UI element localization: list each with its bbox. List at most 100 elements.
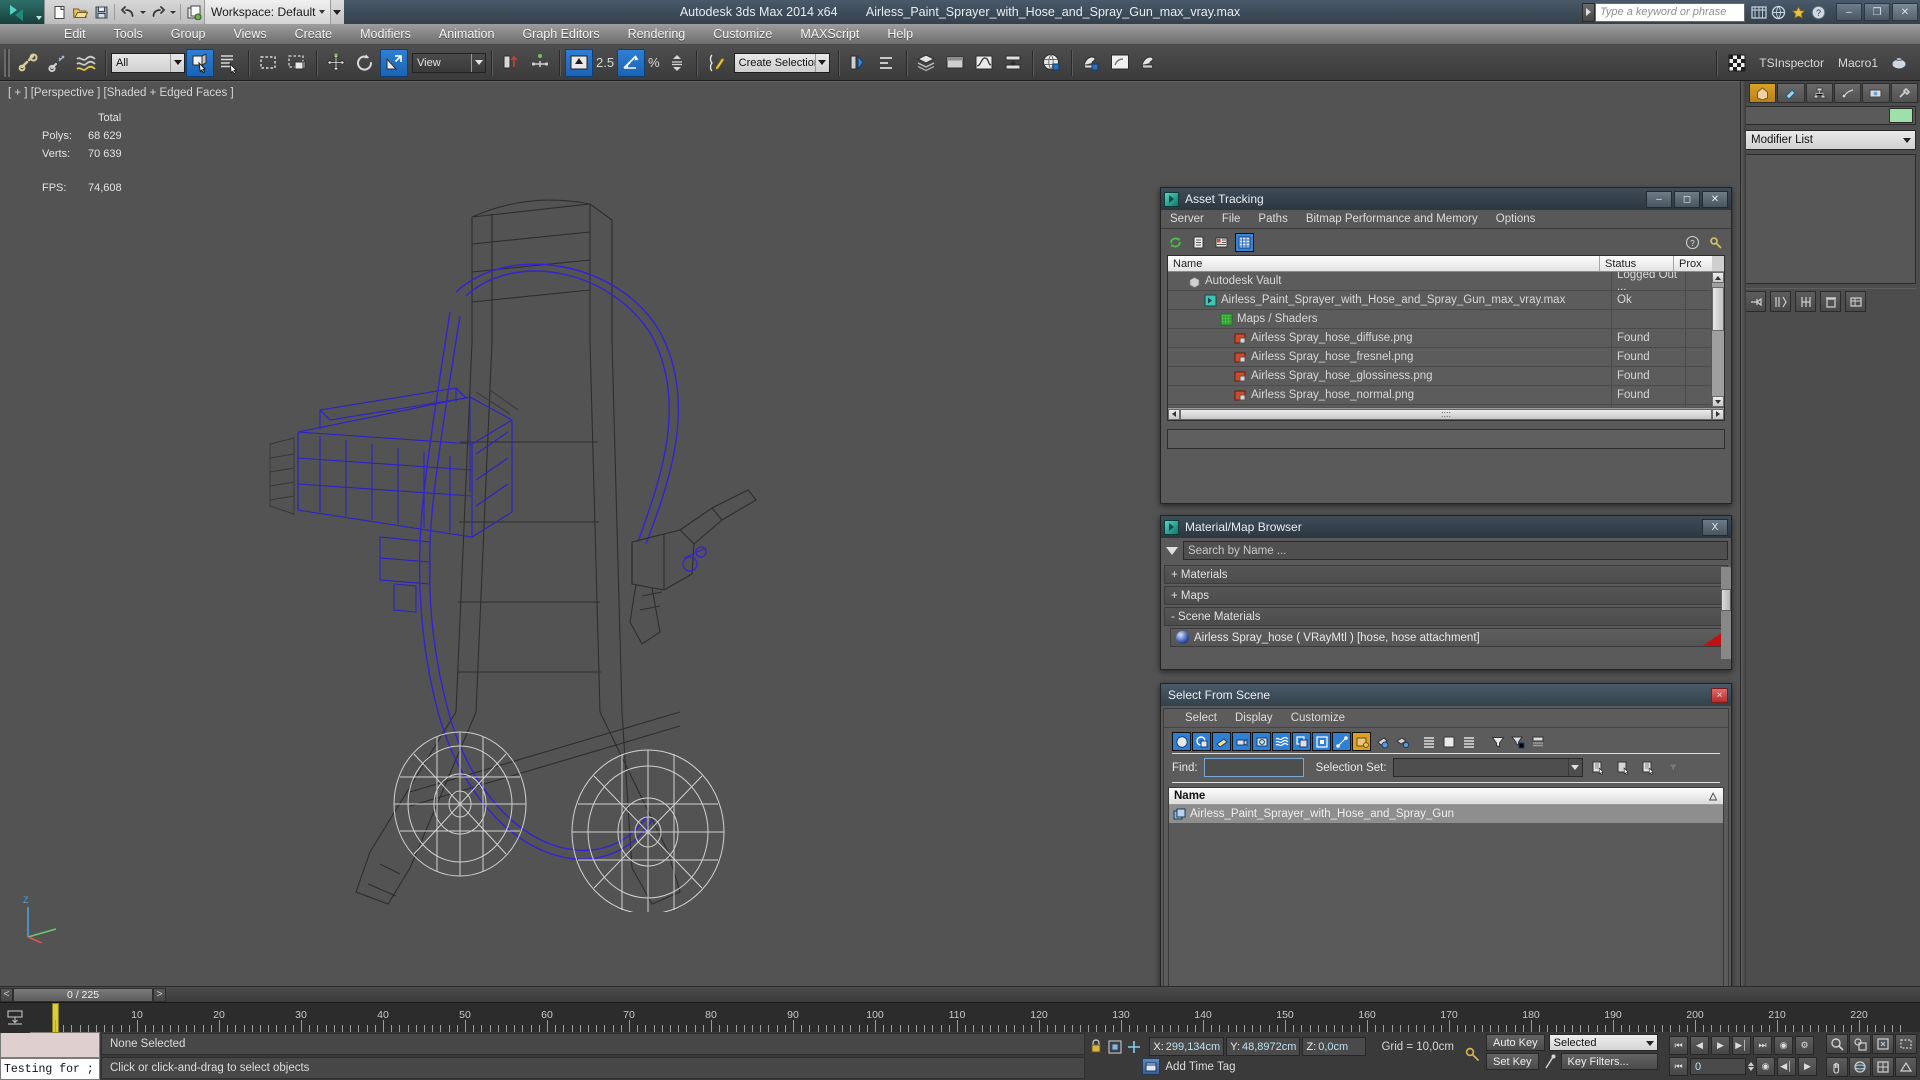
help-icon[interactable]: ? [1683, 233, 1702, 252]
utilities-tab[interactable] [1890, 83, 1918, 103]
absolute-relative-mode-icon[interactable] [1126, 1037, 1142, 1056]
prev-key-button[interactable]: ◀│ [1777, 1057, 1796, 1076]
materials-group[interactable]: + Materials [1164, 565, 1728, 584]
object-name-field[interactable] [1745, 106, 1916, 125]
scroll-down-icon[interactable] [1712, 396, 1724, 407]
command-panel-divider[interactable] [1741, 81, 1746, 986]
geometry-filter-icon[interactable] [1172, 732, 1191, 751]
scroll-right-icon[interactable] [1712, 408, 1724, 420]
asset-tracking-grid[interactable]: Name Status Prox Autodesk Vault Logged O… [1167, 255, 1725, 421]
z-coordinate-field[interactable]: Z: 0,0cm [1302, 1037, 1367, 1056]
table-row[interactable]: Airless Spray_hose_normal.png Found [1168, 386, 1724, 405]
render-setup-icon[interactable] [1077, 49, 1105, 77]
time-slider-handle[interactable]: 0 / 225 [13, 987, 153, 1002]
edit-selection-set-icon[interactable] [1639, 758, 1658, 777]
schematic-view-icon[interactable] [999, 49, 1027, 77]
subscription-icon[interactable] [1770, 4, 1787, 21]
sfs-menu-display[interactable]: Display [1226, 712, 1282, 724]
previous-frame-button[interactable]: ◀ [1690, 1036, 1709, 1055]
modifier-stack[interactable] [1745, 154, 1916, 284]
table-row[interactable]: Airless Spray_hose_glossiness.png Found [1168, 367, 1724, 386]
application-menu-button[interactable] [0, 0, 34, 24]
select-by-name-icon[interactable] [215, 49, 243, 77]
selection-set-chevron-down-icon[interactable] [1567, 759, 1582, 776]
list-item[interactable]: Airless_Paint_Sprayer_with_Hose_and_Spra… [1169, 805, 1723, 823]
select-and-rotate-icon[interactable] [351, 49, 379, 77]
table-row[interactable]: Airless_Paint_Sprayer_with_Hose_and_Spra… [1168, 291, 1724, 310]
asset-tracking-minimize-button[interactable]: – [1646, 190, 1672, 208]
use-selection-center-icon[interactable] [526, 49, 554, 77]
list-item[interactable]: Airless Spray_hose ( VRayMtl ) [hose, ho… [1170, 628, 1728, 647]
lights-filter-icon[interactable] [1212, 732, 1231, 751]
restore-button[interactable]: ❐ [1864, 3, 1890, 21]
set-project-folder-icon[interactable] [184, 2, 204, 22]
key-icon[interactable] [1707, 233, 1726, 252]
detail-view-icon[interactable] [1212, 233, 1231, 252]
auto-key-button[interactable]: Auto Key [1486, 1034, 1545, 1051]
advanced-filter-icon[interactable] [1508, 732, 1527, 751]
asset-menu-options[interactable]: Options [1487, 213, 1545, 225]
bones-filter-icon[interactable] [1332, 732, 1351, 751]
scene-object-list[interactable]: Name △ Airless_Paint_Sprayer_with_Hose_a… [1168, 787, 1724, 986]
teapot-script-icon[interactable] [1886, 49, 1914, 77]
x-coordinate-field[interactable]: X: 299,134cm [1149, 1037, 1225, 1056]
asset-grid-hscrollbar[interactable]: :::: [1168, 407, 1724, 420]
material-browser-vscrollbar[interactable] [1721, 567, 1731, 659]
modifier-list-chevron-down-icon[interactable] [1903, 134, 1911, 146]
goto-start-button[interactable]: ⏮ [1669, 1036, 1688, 1055]
find-input[interactable] [1203, 758, 1304, 777]
workspace-expand-icon[interactable] [329, 0, 344, 24]
layer-manager-icon[interactable] [912, 49, 940, 77]
key-mode-combo[interactable]: Selected [1548, 1034, 1658, 1051]
motion-tab[interactable] [1833, 83, 1862, 103]
use-pivot-center-icon[interactable] [497, 49, 525, 77]
containers-filter-icon[interactable] [1352, 732, 1371, 751]
select-and-scale-icon[interactable] [380, 48, 408, 77]
remove-modifier-icon[interactable] [1820, 291, 1841, 312]
infocenter-expand-icon[interactable] [1582, 2, 1595, 22]
pin-stack-icon[interactable] [1745, 291, 1766, 312]
menu-edit[interactable]: Edit [50, 27, 100, 41]
display-children-icon[interactable] [1459, 732, 1478, 751]
application-menu-caret-icon[interactable] [34, 0, 44, 24]
selection-filter-combo[interactable]: All [111, 52, 185, 73]
angle-snap-icon[interactable] [617, 48, 646, 77]
frame-spinner[interactable] [1748, 1062, 1754, 1071]
space-warps-filter-icon[interactable] [1272, 732, 1291, 751]
maxscript-mini-listener[interactable]: Testing for ; [0, 1032, 100, 1080]
menu-rendering[interactable]: Rendering [614, 27, 700, 41]
scroll-thumb[interactable]: :::: [1180, 408, 1712, 420]
isolate-selection-icon[interactable] [1107, 1037, 1123, 1056]
scene-list-header[interactable]: Name △ [1169, 788, 1723, 805]
maxscript-input-pane[interactable]: Testing for ; [0, 1058, 100, 1080]
sprayer-model-wireframe[interactable] [260, 192, 900, 912]
maps-group[interactable]: + Maps [1164, 586, 1728, 605]
toolbar-grip[interactable] [4, 48, 10, 77]
display-tab[interactable] [1862, 83, 1890, 103]
asset-tracking-dialog[interactable]: Asset Tracking – ◻ ✕ Server File Paths B… [1160, 187, 1732, 504]
menu-tools[interactable]: Tools [100, 27, 157, 41]
make-unique-icon[interactable] [1795, 291, 1816, 312]
auto-key-toggle-icon[interactable] [1464, 1032, 1482, 1080]
material-browser-titlebar[interactable]: Material/Map Browser X [1161, 516, 1731, 538]
snaps-toggle-icon[interactable] [565, 48, 593, 77]
modifier-list-dropdown[interactable]: Modifier List [1745, 130, 1916, 150]
goto-end-button[interactable]: ⏭ [1753, 1036, 1772, 1055]
workspace-chevron-down-icon[interactable] [316, 0, 328, 24]
grid-view-icon[interactable] [1235, 232, 1254, 252]
shapes-filter-icon[interactable] [1192, 732, 1211, 751]
ref-coord-system-combo[interactable]: View [412, 52, 486, 73]
pan-view-icon[interactable] [1826, 1056, 1848, 1077]
selection-filter-chevron-down-icon[interactable] [170, 53, 184, 72]
new-icon[interactable] [49, 2, 69, 22]
asset-menu-file[interactable]: File [1213, 213, 1250, 225]
table-row[interactable]: Maps / Shaders [1168, 310, 1724, 329]
menu-views[interactable]: Views [219, 27, 280, 41]
scene-materials-group[interactable]: - Scene Materials [1164, 607, 1728, 626]
selection-set-filter-icon[interactable] [1664, 758, 1683, 777]
asset-tracking-close-button[interactable]: ✕ [1702, 190, 1728, 208]
sfs-menu-customize[interactable]: Customize [1282, 712, 1354, 724]
named-selection-set-combo[interactable]: Create Selection Se [733, 52, 830, 73]
render-production-icon[interactable] [1135, 49, 1163, 77]
key-mode-button[interactable]: ◉ [1756, 1057, 1775, 1076]
